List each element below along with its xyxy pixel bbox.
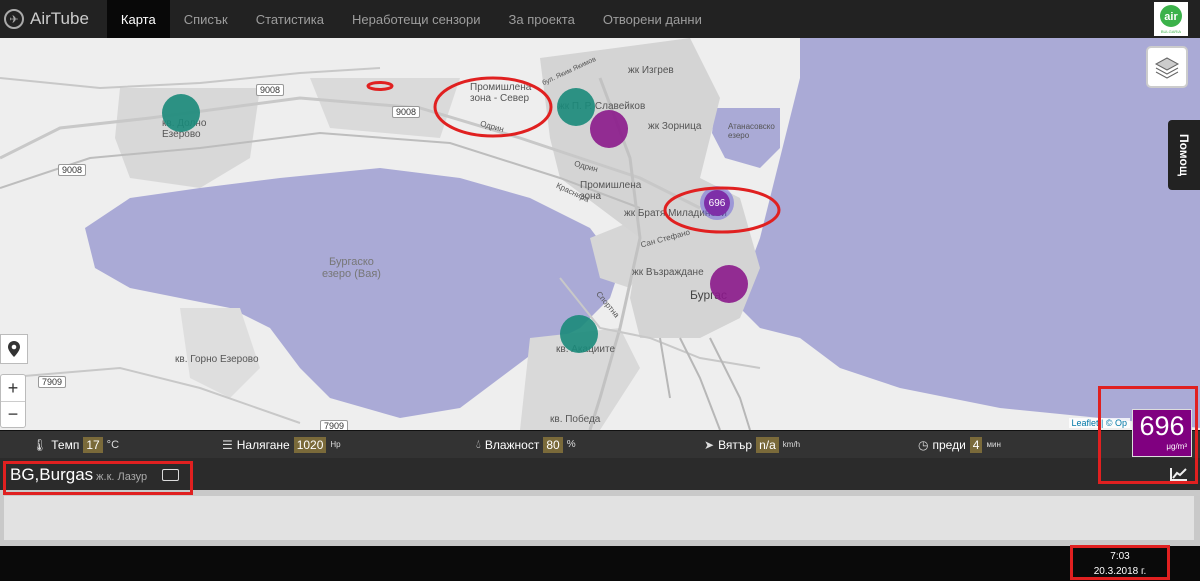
zoom-out-button[interactable]: − [1,401,25,427]
pressure-item: ☰ Налягане 1020 Hp [222,436,341,453]
road-shield-7909: 7909 [320,420,349,430]
layers-icon [1154,57,1180,79]
database-icon: ☰ [222,437,233,452]
zoom-in-button[interactable]: + [1,375,25,401]
nav-map[interactable]: Карта [106,0,170,38]
clock-icon: ◷ [918,437,929,452]
humidity-unit: % [566,439,576,450]
wind-label: Вятър [718,437,753,452]
sensor-marker[interactable] [557,88,595,126]
airtube-logo-icon: ✈ [4,9,24,29]
temperature-unit: °C [106,438,120,451]
temperature-value: 17 [83,436,103,453]
top-navbar: ✈ AirTube Карта Списък Статистика Нерабо… [0,0,1200,38]
road-shield-9008: 9008 [392,106,421,118]
sensor-cluster-marker[interactable]: 696 [700,186,734,220]
wind-unit: km/h [782,440,801,449]
map-label-lake: Бургаско езеро (Вая) [322,256,381,280]
road-shield-9008: 9008 [58,164,87,176]
map-label-zornica: жк Зорница [648,121,702,132]
updated-ago-value: 4 [969,436,983,453]
pressure-label: Налягане [236,437,290,452]
map-label-pobeda: кв. Победа [550,414,601,425]
map-label-prom-sever: Промишлена зона - Север [470,82,532,104]
layers-button[interactable] [1146,46,1188,88]
map-label-izgrev: жк Изгрев [628,65,674,76]
sensor-marker[interactable] [560,315,598,353]
brand-label: AirTube [30,9,89,28]
temperature-item: 🌡︎ Темп 17 °C [32,436,120,453]
cluster-count: 696 [704,190,730,216]
humidity-value: 80 [543,436,563,453]
help-tab[interactable]: Помощ [1168,120,1200,190]
pressure-value: 1020 [293,436,327,453]
nav-list[interactable]: Списък [170,0,242,38]
annotation-highlight [3,461,193,495]
updated-ago-item: ◷ преди 4 мин [918,436,1001,453]
pressure-unit: Hp [330,440,341,449]
map-label-vazrazhdane: жк Възраждане [632,267,704,278]
sensor-marker[interactable] [590,110,628,148]
nav-statistics[interactable]: Статистика [242,0,338,38]
nav-offline-sensors[interactable]: Неработещи сензори [338,0,495,38]
humidity-item: 💧︎ Влажност 80 % [476,436,576,453]
wind-item: ➤ Вятър n/a km/h [704,436,801,453]
thermometer-icon: 🌡︎ [32,437,48,452]
annotation-highlight [1070,545,1170,580]
map-label-gorno-ezerovo: кв. Горно Езерово [175,354,259,365]
updated-ago-unit: мин [986,440,1001,449]
map-pin-icon [8,341,20,357]
zoom-control: + − [0,374,26,428]
brand[interactable]: ✈ AirTube [0,0,107,38]
temperature-label: Темп [51,437,80,452]
nav-open-data[interactable]: Отворени данни [589,0,716,38]
sensor-marker[interactable] [710,265,748,303]
road-shield-7909: 7909 [38,376,67,388]
blurred-area [0,490,1200,546]
sensor-marker[interactable] [162,94,200,132]
road-shield-9008: 9008 [256,84,285,96]
svg-text:BULGARIA: BULGARIA [1161,29,1182,34]
locate-button[interactable] [0,334,28,364]
wind-value: n/a [756,436,779,453]
help-tab-label: Помощ [1177,134,1192,176]
humidity-label: Влажност [484,437,540,452]
nav-about[interactable]: За проекта [495,0,589,38]
map-view[interactable]: кв. Долно Езерово Промишлена зона - Севе… [0,38,1200,430]
weather-bar: 🌡︎ Темп 17 °C ☰ Налягане 1020 Hp 💧︎ Влаж… [0,431,1200,458]
os-taskbar [0,546,1200,581]
map-label-atanasovsko: Атанасовско езеро [728,122,775,140]
annotation-highlight [1098,386,1198,484]
droplet-icon: 💧︎ [476,437,481,451]
air-bulgaria-logo[interactable]: air BULGARIA [1154,2,1188,36]
updated-ago-label: преди [932,437,966,452]
svg-text:air: air [1164,11,1178,23]
paper-plane-icon: ➤ [704,437,715,452]
